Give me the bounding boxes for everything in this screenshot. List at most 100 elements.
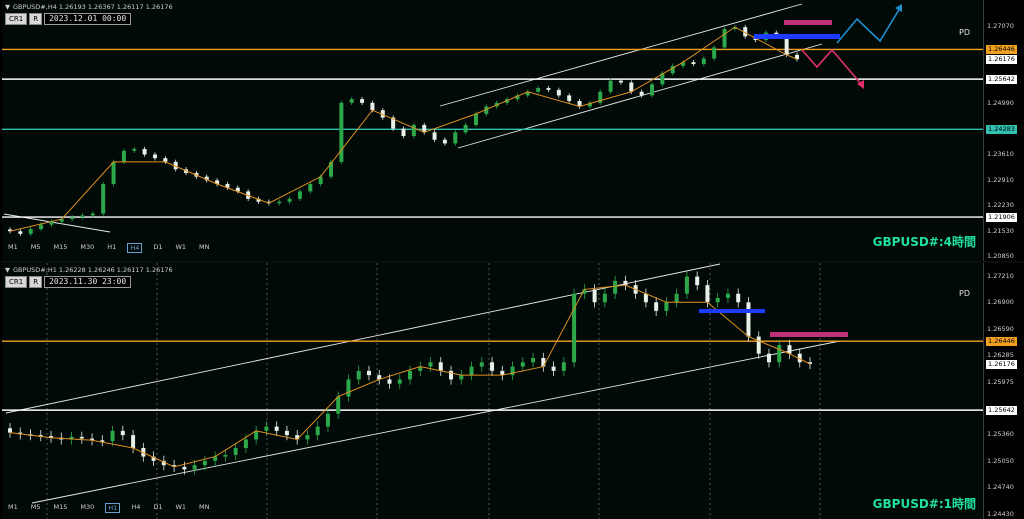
candle [287, 198, 292, 202]
h1-datetime-field[interactable]: 2023.11.30 23:00 [44, 276, 132, 288]
timeframe-m30[interactable]: M30 [78, 503, 96, 513]
candle [473, 113, 478, 125]
cr1-button[interactable]: CR1 [5, 13, 28, 25]
candle [274, 426, 279, 431]
timeframe-d1[interactable]: D1 [151, 243, 164, 253]
timeframe-h4[interactable]: H4 [129, 503, 142, 513]
h1-pd-label: PD [959, 289, 970, 298]
h4-header: ▼ GBPUSD#,H4 1.26193 1.26367 1.26117 1.26… [5, 3, 173, 11]
candle [411, 124, 416, 137]
candle [325, 413, 330, 427]
candle [432, 132, 437, 140]
support-zone-marker [699, 309, 765, 313]
h4-price-axis[interactable]: 1.27070 1.264461.26176 1.25642 1.24990 1.242… [984, 0, 1024, 261]
h1-chart-svg [2, 263, 983, 519]
timeframe-w1[interactable]: W1 [173, 503, 188, 513]
timeframe-h4[interactable]: H4 [127, 243, 143, 253]
timeframe-w1[interactable]: W1 [173, 243, 188, 253]
candle [131, 435, 136, 448]
candle [695, 276, 700, 286]
h4-datetime-field[interactable]: 2023.12.01 00:00 [44, 13, 132, 25]
candle [110, 430, 115, 442]
timeframe-m1[interactable]: M1 [6, 503, 20, 513]
candle [243, 439, 248, 448]
candle [264, 426, 269, 431]
candle [490, 362, 495, 371]
candle [520, 362, 525, 367]
h4-plot-area[interactable] [2, 0, 984, 261]
candle [401, 128, 406, 137]
candle [284, 430, 289, 436]
candle [705, 285, 710, 303]
r-button[interactable]: R [29, 13, 43, 25]
candle [80, 215, 85, 218]
timeframe-mn[interactable]: MN [197, 243, 211, 253]
timeframe-mn[interactable]: MN [197, 503, 211, 513]
h4-chart-title: GBPUSD#:4時間 [872, 235, 976, 249]
price-tick: 1.22910 [987, 175, 1014, 184]
candle [438, 362, 443, 371]
price-tick: 1.27070 [987, 22, 1014, 31]
candle [567, 95, 572, 101]
candle [152, 154, 157, 159]
candle [305, 435, 310, 440]
h1-price-axis[interactable]: 1.27210 1.26900 1.26590 1.26446 1.262851.261… [984, 263, 1024, 519]
candle [111, 161, 116, 185]
candle [536, 88, 541, 92]
timeframe-h1[interactable]: H1 [105, 503, 121, 513]
bullish-scenario-arrow [836, 7, 901, 44]
candle [336, 396, 341, 414]
candle [561, 362, 566, 371]
timeframe-h1[interactable]: H1 [105, 243, 118, 253]
candle [202, 460, 207, 466]
candle [701, 58, 706, 65]
h4-header-text: GBPUSD#,H4 1.26193 1.26367 1.26117 1.261… [13, 3, 173, 11]
candle [531, 358, 536, 363]
h1-plot-area[interactable] [2, 263, 984, 519]
timeframe-m5[interactable]: M5 [29, 503, 43, 513]
h4-pd-label: PD [959, 28, 970, 37]
h1-header-text: GBPUSD#,H1 1.26228 1.26246 1.26117 1.261… [13, 266, 173, 274]
timeframe-m15[interactable]: M15 [52, 503, 70, 513]
candle [79, 436, 84, 439]
dropdown-triangle-icon: ▼ [5, 3, 10, 11]
candle [449, 370, 454, 380]
price-tick: 1.26590 [987, 324, 1014, 333]
candle [613, 280, 618, 294]
candle [132, 148, 137, 151]
timeframe-m1[interactable]: M1 [6, 243, 20, 253]
price-tick: 1.24990 [987, 99, 1014, 108]
dropdown-triangle-icon: ▼ [5, 266, 10, 274]
candle [756, 336, 761, 354]
level-price-tag: 1.24283 [986, 125, 1017, 135]
candle [8, 428, 12, 433]
h4-controls: CR1 R 2023.12.01 00:00 [5, 13, 132, 25]
candle [163, 158, 168, 162]
candle [712, 47, 717, 59]
cr1-button[interactable]: CR1 [5, 276, 28, 288]
candle [592, 289, 597, 303]
candle [664, 302, 669, 311]
candle [18, 231, 23, 234]
resistance-zone-marker [770, 332, 848, 337]
timeframe-m15[interactable]: M15 [52, 243, 70, 253]
timeframe-m5[interactable]: M5 [29, 243, 43, 253]
current-price-tag: 1.26176 [986, 55, 1017, 65]
timeframe-m30[interactable]: M30 [78, 243, 96, 253]
r-button[interactable]: R [29, 276, 43, 288]
trend-channel-line [457, 43, 823, 149]
price-tick: 1.26900 [987, 298, 1014, 307]
candle [366, 370, 371, 376]
candle [408, 370, 412, 380]
candle [387, 379, 392, 384]
price-tick: 1.26285 [987, 351, 1014, 359]
timeframe-d1[interactable]: D1 [151, 503, 164, 513]
candle [442, 139, 447, 144]
candle [674, 293, 679, 303]
candle [777, 345, 782, 363]
h1-chart-panel: ▼ GBPUSD#,H1 1.26228 1.26246 1.26117 1.26… [0, 263, 1024, 519]
h1-timeframe-bar: M1 M5 M15 M30 H1 H4 D1 W1 MN [6, 503, 212, 513]
trend-channel-line [31, 340, 841, 504]
h1-controls: CR1 R 2023.11.30 23:00 [5, 276, 132, 288]
price-tick: 1.25975 [987, 377, 1014, 386]
